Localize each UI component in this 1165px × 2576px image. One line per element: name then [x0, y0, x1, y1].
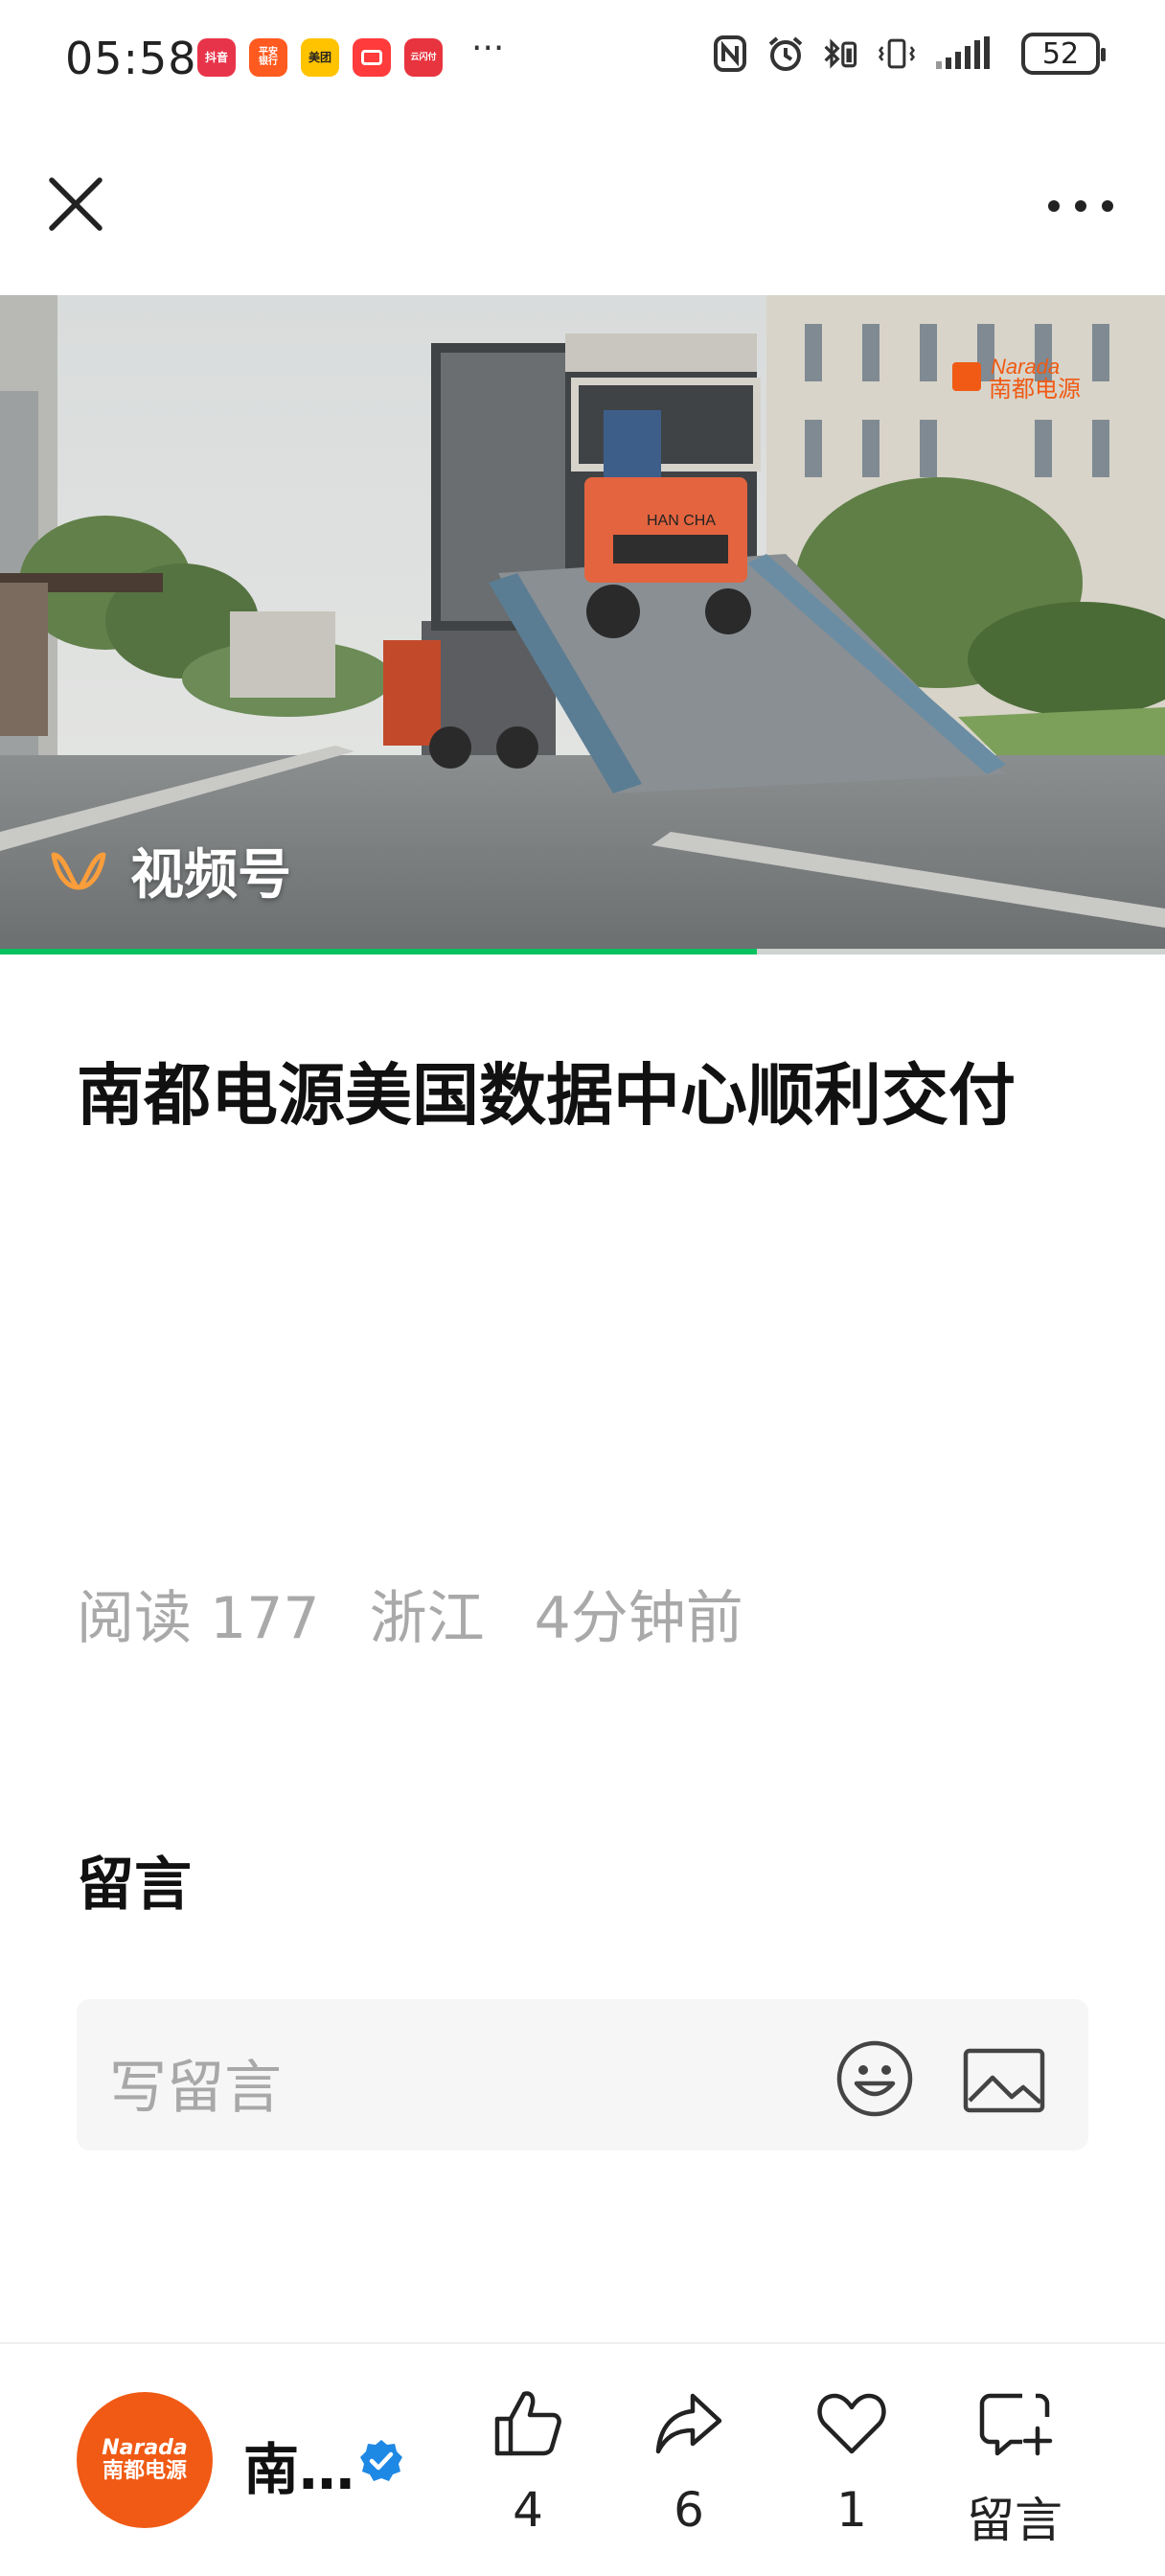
location: 浙江	[369, 1585, 485, 1652]
status-indicators: 52	[711, 33, 1106, 75]
signal-icon	[933, 33, 1004, 75]
forklift-text: HAN CHA	[647, 513, 716, 529]
share-button[interactable]: 6	[617, 2384, 761, 2557]
app-icon-red-app	[353, 38, 391, 77]
app-icon-yunshanfu: 云闪付	[404, 38, 443, 77]
vibrate-icon	[878, 33, 916, 75]
account-avatar[interactable]: Narada 南都电源	[77, 2392, 213, 2528]
image-button[interactable]	[962, 2047, 1046, 2114]
app-icon-douyin: 抖音	[197, 38, 236, 77]
emoji-icon	[836, 2040, 913, 2117]
status-bar: 05:58 抖音 平安 银行 美团 云闪付 ··· 52	[0, 0, 1165, 115]
article-title: 南都电源美国数据中心顺利交付	[77, 1056, 1016, 1135]
nfc-icon	[711, 33, 749, 75]
share-icon	[655, 2393, 722, 2454]
share-count: 6	[674, 2482, 704, 2538]
thumbs-up-icon	[494, 2391, 561, 2456]
comment-button[interactable]: 留言	[943, 2384, 1086, 2557]
avatar-logo: Narada 南都电源	[102, 2435, 188, 2483]
more-options-button[interactable]	[1040, 182, 1121, 230]
avatar-logo-cn: 南都电源	[102, 2459, 187, 2483]
video-progress-fill	[0, 949, 758, 954]
channel-label: 视频号	[50, 832, 291, 909]
account-name[interactable]: 南…	[243, 2425, 354, 2505]
comment-input[interactable]: 写留言	[77, 1999, 1088, 2150]
video-progress-bar[interactable]	[0, 949, 1165, 954]
heart-icon	[817, 2393, 886, 2454]
image-icon	[963, 2048, 1045, 2113]
more-dot-icon	[1102, 200, 1113, 212]
like-count: 4	[513, 2482, 543, 2538]
favorite-button[interactable]: 1	[780, 2384, 924, 2557]
emoji-button[interactable]	[835, 2039, 914, 2118]
alarm-icon	[766, 33, 805, 75]
article-meta: 阅读 177 浙江 4分钟前	[77, 1572, 743, 1655]
status-time: 05:58	[65, 33, 197, 84]
favorite-count: 1	[836, 2482, 867, 2538]
more-dot-icon	[1048, 200, 1060, 212]
channels-logo-icon	[51, 852, 106, 890]
comment-add-icon	[979, 2393, 1053, 2456]
publish-time: 4分钟前	[534, 1585, 743, 1652]
comment-label: 留言	[967, 2493, 1062, 2548]
bluetooth-battery-icon	[822, 33, 860, 75]
bottom-action-bar: Narada 南都电源 南… 4 6 1 留言	[0, 2342, 1165, 2576]
notification-app-icons: 抖音 平安 银行 美团 云闪付	[197, 38, 443, 77]
verified-badge-icon	[360, 2440, 402, 2481]
comment-placeholder: 写留言	[109, 2055, 282, 2122]
close-button[interactable]	[44, 172, 107, 236]
battery-indicator: 52	[1021, 33, 1106, 75]
comments-heading: 留言	[77, 1852, 192, 1919]
channel-label-text: 视频号	[130, 844, 291, 907]
app-icon-pingan-bank: 平安 银行	[249, 38, 287, 77]
more-dot-icon	[1075, 200, 1086, 212]
video-player[interactable]: HAN CHA Narada 南都电源 视频号	[0, 295, 1165, 953]
close-icon	[49, 177, 103, 231]
avatar-logo-en: Narada	[102, 2435, 188, 2460]
app-icon-meituan: 美团	[301, 38, 339, 77]
more-notifications-indicator: ···	[471, 29, 505, 68]
watermark-cn: 南都电源	[989, 376, 1081, 402]
like-button[interactable]: 4	[456, 2384, 600, 2557]
read-count: 阅读 177	[77, 1585, 320, 1652]
